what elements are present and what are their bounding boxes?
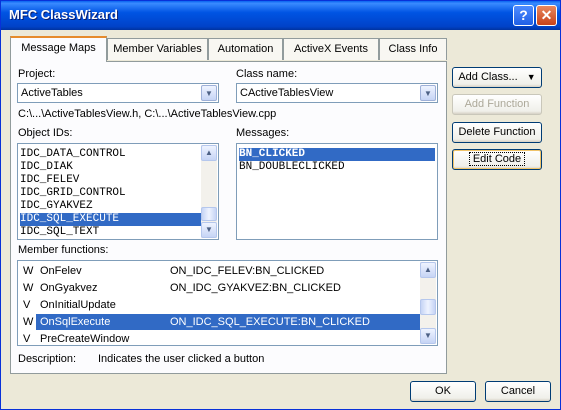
table-row[interactable]: W OnGyakvez ON_IDC_GYAKVEZ:BN_CLICKED — [20, 280, 420, 296]
function-type: W — [23, 282, 34, 294]
list-item[interactable]: BN_DOUBLECLICKED — [239, 161, 345, 174]
list-item[interactable]: IDC_DATA_CONTROL — [20, 148, 126, 161]
tab-label: Message Maps — [21, 42, 96, 54]
add-class-button[interactable]: Add Class... ▼ — [452, 67, 542, 88]
table-row[interactable]: V OnInitialUpdate — [20, 297, 420, 313]
button-label: Edit Code — [468, 152, 526, 166]
list-item[interactable]: IDC_SQL_TEXT — [20, 226, 99, 239]
list-item[interactable]: IDC_FELEV — [20, 174, 79, 187]
edit-code-button[interactable]: Edit Code — [452, 149, 542, 170]
messages-list[interactable]: BN_CLICKED BN_DOUBLECLICKED — [236, 143, 438, 240]
function-name: OnFelev — [40, 265, 82, 277]
ok-button[interactable]: OK — [410, 381, 476, 402]
tab-label: Automation — [217, 43, 274, 55]
function-type: W — [23, 265, 34, 277]
function-name: OnGyakvez — [40, 282, 98, 294]
tab-label: ActiveX Events — [294, 43, 368, 55]
help-button[interactable]: ? — [513, 5, 534, 26]
classwizard-window: MFC ClassWizard ? ✕ Message Maps Member … — [0, 0, 561, 410]
scroll-thumb[interactable] — [420, 299, 436, 315]
button-label: Delete Function — [458, 126, 536, 138]
list-item-selected[interactable]: BN_CLICKED — [239, 148, 435, 161]
add-function-button[interactable]: Add Function — [452, 94, 542, 115]
project-label: Project: — [18, 68, 56, 80]
object-ids-label: Object IDs: — [18, 127, 73, 139]
scroll-up-icon[interactable]: ▲ — [420, 262, 436, 278]
tab-activex-events[interactable]: ActiveX Events — [283, 38, 379, 60]
close-icon: ✕ — [540, 7, 553, 23]
chevron-down-icon[interactable]: ▼ — [420, 85, 436, 101]
vertical-scrollbar[interactable]: ▲ ▼ — [420, 262, 436, 344]
scroll-down-icon[interactable]: ▼ — [201, 222, 217, 238]
close-button[interactable]: ✕ — [536, 5, 557, 26]
list-item[interactable]: IDC_DIAK — [20, 161, 73, 174]
list-item[interactable]: IDC_GYAKVEZ — [20, 200, 93, 213]
list-item-selected[interactable]: IDC_SQL_EXECUTE — [20, 213, 201, 226]
function-type: V — [23, 299, 31, 311]
tab-message-maps[interactable]: Message Maps — [10, 36, 107, 62]
list-item[interactable]: IDC_GRID_CONTROL — [20, 187, 126, 200]
scroll-up-icon[interactable]: ▲ — [201, 145, 217, 161]
tab-member-variables[interactable]: Member Variables — [107, 38, 208, 60]
member-functions-list[interactable]: W OnFelev ON_IDC_FELEV:BN_CLICKED W OnGy… — [17, 260, 438, 346]
tab-label: Class Info — [388, 43, 438, 55]
function-type: V — [23, 333, 31, 345]
project-combo[interactable]: ActiveTables ▼ — [17, 83, 219, 103]
table-row[interactable]: W OnFelev ON_IDC_FELEV:BN_CLICKED — [20, 263, 420, 279]
project-value: ActiveTables — [21, 87, 83, 99]
function-map: ON_IDC_GYAKVEZ:BN_CLICKED — [170, 282, 341, 294]
function-name: PreCreateWindow — [40, 333, 130, 345]
messages-label: Messages: — [236, 127, 290, 139]
description-text: Indicates the user clicked a button — [98, 353, 265, 365]
class-name-value: CActiveTablesView — [240, 87, 334, 99]
button-label: Add Class... — [458, 71, 518, 83]
member-functions-label: Member functions: — [18, 244, 109, 256]
scroll-thumb[interactable] — [201, 207, 217, 221]
button-label: OK — [435, 385, 451, 397]
function-type: W — [23, 316, 34, 328]
chevron-down-icon[interactable]: ▼ — [201, 85, 217, 101]
function-map: ON_IDC_FELEV:BN_CLICKED — [170, 265, 325, 277]
button-label: Add Function — [464, 98, 530, 110]
table-row[interactable]: V PreCreateWindow — [20, 331, 420, 345]
function-map: ON_IDC_SQL_EXECUTE:BN_CLICKED — [170, 316, 370, 328]
button-label: Cancel — [500, 385, 536, 397]
file-path: C:\...\ActiveTablesView.h, C:\...\Active… — [18, 108, 277, 120]
tab-label: Member Variables — [113, 43, 202, 55]
tab-automation[interactable]: Automation — [208, 38, 283, 60]
function-name: OnInitialUpdate — [40, 299, 116, 311]
tab-class-info[interactable]: Class Info — [379, 38, 447, 60]
class-name-label: Class name: — [236, 68, 298, 80]
vertical-scrollbar[interactable]: ▲ ▼ — [201, 145, 217, 238]
description-label: Description: — [18, 353, 77, 365]
chevron-down-icon: ▼ — [526, 72, 536, 82]
scroll-down-icon[interactable]: ▼ — [420, 328, 436, 344]
cancel-button[interactable]: Cancel — [485, 381, 551, 402]
title-bar[interactable]: MFC ClassWizard ? ✕ — [1, 1, 560, 30]
window-title: MFC ClassWizard — [9, 7, 118, 22]
table-row-selected[interactable]: W OnSqlExecute ON_IDC_SQL_EXECUTE:BN_CLI… — [20, 314, 426, 330]
help-icon: ? — [519, 7, 528, 23]
class-name-combo[interactable]: CActiveTablesView ▼ — [236, 83, 438, 103]
object-ids-list[interactable]: IDC_DATA_CONTROL IDC_DIAK IDC_FELEV IDC_… — [17, 143, 219, 240]
delete-function-button[interactable]: Delete Function — [452, 122, 542, 143]
